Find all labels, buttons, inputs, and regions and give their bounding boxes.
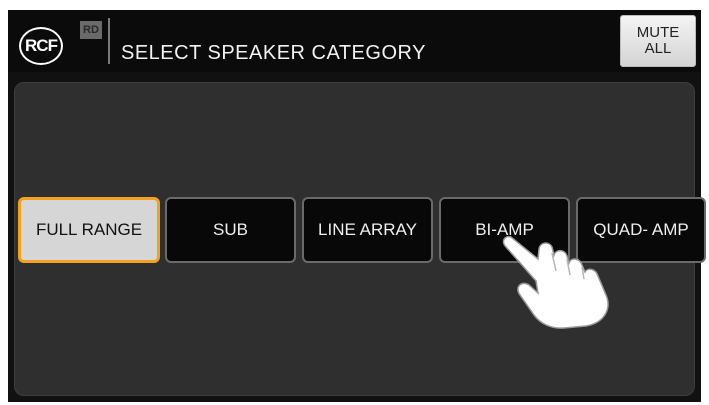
page-title: SELECT SPEAKER CATEGORY: [121, 42, 426, 64]
pointing-hand-icon: [502, 235, 609, 329]
mute-all-button[interactable]: MUTE ALL: [620, 15, 696, 67]
rcf-logo: RCF: [19, 27, 63, 65]
mute-all-label-line2: ALL: [644, 40, 672, 57]
sub-button[interactable]: SUB: [165, 197, 296, 263]
header-bar: RCF RD SELECT SPEAKER CATEGORY MUTE ALL: [8, 10, 701, 72]
line-array-button[interactable]: LINE ARRAY: [302, 197, 433, 263]
full-range-button[interactable]: FULL RANGE: [18, 197, 160, 263]
mute-all-label-line1: MUTE: [636, 24, 680, 41]
rd-badge: RD: [80, 21, 102, 39]
header-divider: [108, 18, 110, 64]
